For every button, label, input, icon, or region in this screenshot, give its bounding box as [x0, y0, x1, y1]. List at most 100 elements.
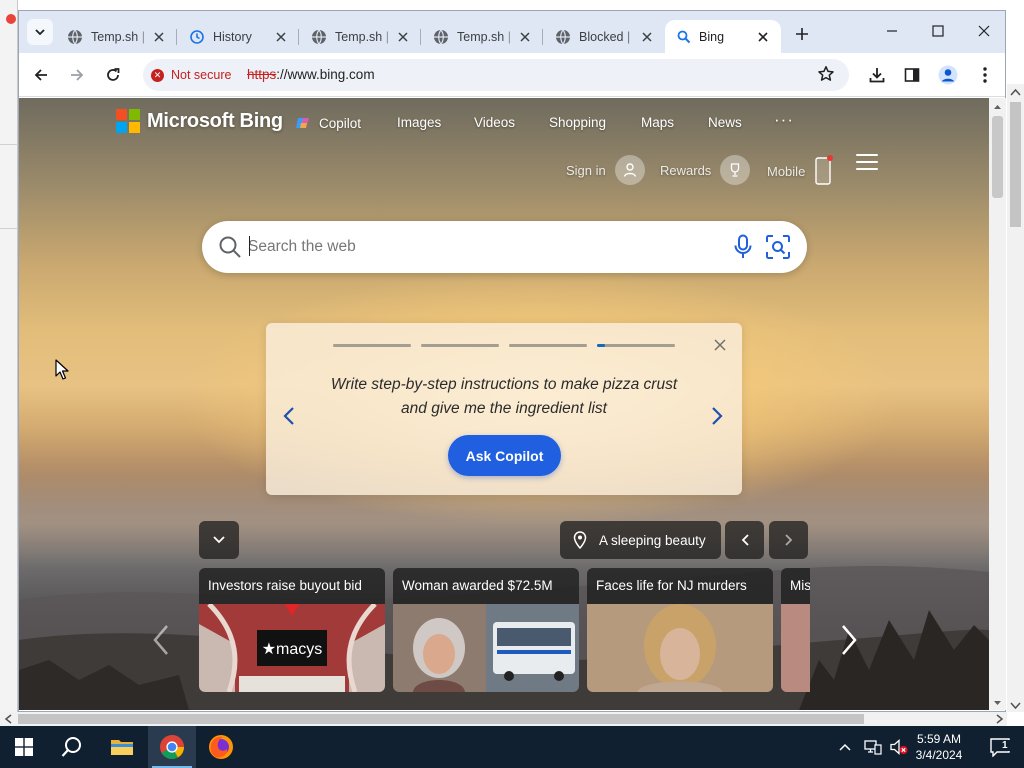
search-input[interactable]: [248, 234, 718, 260]
news-card[interactable]: Mis: [781, 568, 810, 692]
network-icon[interactable]: [864, 739, 882, 755]
scroll-left-arrow-icon[interactable]: [2, 712, 16, 726]
nav-shopping[interactable]: Shopping: [549, 115, 606, 130]
close-window-button[interactable]: [961, 11, 1007, 51]
not-secure-icon: ✕: [151, 68, 164, 82]
url-text: https://www.bing.com: [247, 67, 375, 82]
nav-label: Copilot: [319, 115, 362, 131]
maximize-button[interactable]: [915, 11, 961, 51]
tab-temp-sh-3[interactable]: Temp.sh |: [421, 20, 543, 53]
chevron-up-icon[interactable]: [838, 742, 852, 752]
notifications-button[interactable]: 1: [976, 726, 1024, 768]
nav-videos[interactable]: Videos: [474, 115, 515, 130]
mobile-label: Mobile: [767, 163, 806, 179]
previous-image-button[interactable]: [725, 521, 764, 559]
windows-taskbar: 5:59 AM 3/4/2024 1: [0, 726, 1024, 768]
reload-button[interactable]: [99, 61, 127, 89]
bing-homepage: Microsoft Bing Copilot Images Videos Sho…: [19, 98, 989, 710]
forward-button[interactable]: [63, 61, 91, 89]
tab-temp-sh-1[interactable]: Temp.sh |: [55, 20, 177, 53]
scroll-up-arrow-icon[interactable]: [989, 100, 1006, 114]
chrome-icon: [160, 735, 184, 760]
outer-vertical-scrollbar[interactable]: [1007, 84, 1024, 712]
tab-bing[interactable]: Bing: [665, 20, 781, 53]
news-card[interactable]: Faces life for NJ murders: [587, 568, 773, 692]
tab-title: Blocked |: [579, 29, 631, 44]
close-tab-icon[interactable]: [151, 29, 167, 45]
chrome-menu-button[interactable]: [971, 61, 999, 89]
progress-segment: [509, 344, 587, 347]
woman-and-bus-image: [393, 604, 579, 692]
url-scheme: https: [247, 67, 277, 82]
nav-more-button[interactable]: ···: [774, 110, 794, 130]
nav-images[interactable]: Images: [397, 115, 441, 130]
search-box[interactable]: [202, 221, 807, 273]
profile-icon: [938, 65, 958, 85]
windows-logo-icon: [15, 738, 33, 756]
tab-search-button[interactable]: [27, 19, 53, 45]
news-caption: Investors raise buyout bid: [208, 578, 362, 593]
microphone-icon[interactable]: [734, 234, 752, 260]
file-explorer-button[interactable]: [98, 726, 146, 768]
security-label: Not secure: [171, 68, 232, 82]
nav-copilot[interactable]: Copilot: [295, 115, 361, 131]
scrollbar-thumb[interactable]: [1010, 102, 1021, 227]
scroll-down-arrow-icon[interactable]: [989, 696, 1006, 710]
start-button[interactable]: [0, 726, 48, 768]
firefox-taskbar-button[interactable]: [197, 726, 245, 768]
ask-copilot-button[interactable]: Ask Copilot: [448, 435, 561, 476]
image-info-button[interactable]: A sleeping beauty: [560, 521, 721, 559]
mobile-button[interactable]: Mobile: [767, 155, 834, 187]
scroll-down-arrow-icon[interactable]: [1007, 698, 1024, 712]
minimize-button[interactable]: [869, 11, 915, 51]
rewards-button[interactable]: Rewards: [660, 155, 751, 185]
history-icon: [190, 29, 204, 44]
scroll-up-arrow-icon[interactable]: [1007, 86, 1024, 100]
clock[interactable]: 5:59 AM 3/4/2024: [904, 731, 974, 763]
tab-temp-sh-2[interactable]: Temp.sh |: [299, 20, 421, 53]
scroll-right-arrow-icon[interactable]: [992, 712, 1006, 726]
next-image-button[interactable]: [769, 521, 808, 559]
downloads-button[interactable]: [863, 61, 891, 89]
scrollbar-thumb[interactable]: [992, 116, 1003, 198]
back-button[interactable]: [27, 61, 55, 89]
expand-feed-button[interactable]: [199, 521, 239, 559]
close-icon[interactable]: [712, 337, 728, 353]
new-tab-button[interactable]: [789, 21, 815, 47]
tab-history[interactable]: History: [177, 20, 299, 53]
sign-in-button[interactable]: Sign in: [566, 155, 645, 185]
chevron-right-icon[interactable]: [839, 623, 859, 657]
close-tab-icon[interactable]: [755, 29, 771, 45]
microsoft-logo-icon: [116, 109, 140, 133]
chevron-right-icon[interactable]: [708, 405, 726, 427]
tab-blocked[interactable]: Blocked |: [543, 20, 665, 53]
visual-search-icon[interactable]: [765, 234, 791, 260]
side-panel-button[interactable]: [898, 61, 926, 89]
address-bar[interactable]: ✕ Not secure https://www.bing.com: [143, 59, 849, 91]
scrollbar-thumb[interactable]: [18, 714, 864, 724]
site-info-chip[interactable]: ✕ Not secure: [151, 65, 231, 85]
close-tab-icon[interactable]: [395, 29, 411, 45]
outer-horizontal-scrollbar[interactable]: [0, 712, 1007, 726]
news-card[interactable]: Investors raise buyout bid ★macys: [199, 568, 385, 692]
page-scrollbar[interactable]: [989, 98, 1006, 710]
close-tab-icon[interactable]: [273, 29, 289, 45]
rewards-label: Rewards: [660, 162, 712, 178]
nav-label: Images: [397, 115, 442, 130]
news-card[interactable]: Woman awarded $72.5M: [393, 568, 579, 692]
bookmark-star-icon[interactable]: [817, 65, 835, 86]
chrome-taskbar-button[interactable]: [148, 726, 196, 768]
bing-logo[interactable]: Microsoft Bing: [116, 108, 283, 134]
close-tab-icon[interactable]: [517, 29, 533, 45]
nav-maps[interactable]: Maps: [641, 115, 674, 130]
nav-news[interactable]: News: [708, 115, 742, 130]
menu-hamburger-icon[interactable]: [856, 154, 878, 170]
search-button[interactable]: [48, 726, 96, 768]
progress-segment: [421, 344, 499, 347]
chevron-left-icon[interactable]: [280, 405, 298, 427]
chevron-left-icon[interactable]: [151, 623, 171, 657]
profile-button[interactable]: [934, 61, 962, 89]
chevron-down-icon: [213, 536, 225, 544]
nav-label: Maps: [641, 115, 675, 130]
close-tab-icon[interactable]: [639, 29, 655, 45]
